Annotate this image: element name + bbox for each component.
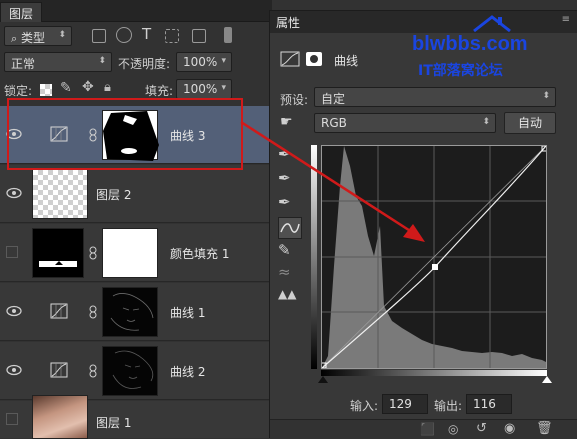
lock-transparency-icon[interactable] [40, 84, 52, 96]
black-point-slider[interactable] [318, 376, 328, 383]
photo-thumbnail[interactable] [32, 395, 88, 439]
reset-icon[interactable]: ↺ [476, 421, 487, 436]
blend-mode-select[interactable]: 正常 ⬍ [4, 52, 112, 72]
layer-row-layer-2[interactable]: 图层 2 [0, 165, 272, 223]
mask-link-icon[interactable] [88, 305, 98, 319]
mask-link-icon[interactable] [88, 246, 98, 260]
panel-title: 曲线 [334, 54, 359, 68]
trash-icon[interactable]: 🗑︎ [536, 421, 553, 436]
watermark-subtitle: IT部落窝论坛 [418, 63, 503, 79]
type-filter-icon[interactable]: T [142, 25, 151, 43]
watermark-logo: blwbbs.com IT部落窝论坛 [410, 15, 550, 85]
chevron-down-icon: ⬍ [542, 91, 550, 101]
layer-mask-thumbnail[interactable] [102, 346, 158, 396]
layer-name: 图层 2 [96, 188, 132, 202]
input-label: 输入: [350, 399, 379, 413]
input-gradient-bar [321, 370, 547, 376]
input-field[interactable]: 129 [382, 394, 428, 414]
visibility-eye-icon[interactable] [6, 305, 22, 317]
fill-field[interactable]: 100% ▾ [176, 79, 232, 99]
layer-mask-thumbnail[interactable] [102, 228, 158, 278]
chevron-down-icon: ⬍ [58, 30, 66, 40]
layer-name: 曲线 2 [170, 365, 206, 379]
auto-button[interactable]: 自动 [504, 112, 556, 134]
layer-mask-thumbnail[interactable] [102, 287, 158, 337]
filter-kind-label: 类型 [21, 31, 46, 45]
smooth-curve-icon[interactable]: ≈ [278, 263, 302, 285]
mask-icon[interactable] [306, 52, 322, 66]
layers-tabbar: 图层 [0, 0, 272, 22]
layer-row-layer-1[interactable]: 图层 1 [0, 395, 272, 439]
color-fill-thumbnail[interactable] [32, 228, 84, 278]
preset-label: 预设: [280, 93, 309, 107]
chevron-down-icon: ⬍ [482, 117, 490, 127]
chevron-down-icon: ⬍ [98, 56, 106, 66]
fill-value: 100% [183, 82, 218, 96]
white-point-slider[interactable] [542, 376, 552, 383]
visibility-eye-icon[interactable] [6, 187, 22, 199]
layer-row-curves-1[interactable]: 曲线 1 [0, 283, 272, 341]
smart-object-filter-icon[interactable] [192, 29, 206, 43]
panel-menu-icon[interactable]: ≡ [562, 14, 570, 25]
lock-label: 锁定: [4, 84, 33, 98]
clipping-warning-icon[interactable]: ▲▲ [278, 287, 302, 309]
highlight-box [7, 98, 243, 170]
visibility-eye-icon[interactable]: ◉ [504, 421, 515, 436]
opacity-value: 100% [183, 55, 218, 69]
output-label: 输出: [434, 399, 463, 413]
watermark-domain: blwbbs.com [412, 33, 528, 55]
pixel-filter-icon[interactable] [92, 29, 106, 43]
fill-label: 填充: [145, 84, 174, 98]
curves-adjustment-icon [280, 51, 300, 67]
visibility-toggle-off[interactable] [6, 413, 18, 425]
layers-panel: 图层 ⌕ 类型 ⬍ T 正常 ⬍ 不透明度: 100% ▾ 锁定: ✎ ✥ 🔒︎… [0, 0, 272, 439]
layer-thumbnail[interactable] [32, 169, 88, 219]
layer-name: 曲线 1 [170, 306, 206, 320]
chevron-down-icon: ▾ [221, 56, 226, 66]
blend-mode-label: 正常 [11, 57, 36, 71]
lock-paint-icon[interactable]: ✎ [60, 80, 72, 96]
annotation-arrow [240, 120, 425, 242]
shape-filter-icon[interactable] [165, 29, 179, 43]
opacity-field[interactable]: 100% ▾ [176, 52, 232, 72]
layer-row-color-fill-1[interactable]: 颜色填充 1 [0, 224, 272, 282]
search-icon: ⌕ [11, 32, 18, 45]
curves-adjustment-icon [50, 362, 68, 378]
tab-properties[interactable]: 属性 [276, 14, 300, 31]
layer-name: 图层 1 [96, 416, 132, 430]
layer-row-curves-2[interactable]: 曲线 2 [0, 342, 272, 400]
mask-link-icon[interactable] [88, 364, 98, 378]
filter-kind-select[interactable]: ⌕ 类型 ⬍ [4, 26, 72, 46]
visibility-eye-icon[interactable] [6, 364, 22, 376]
output-field[interactable]: 116 [466, 394, 512, 414]
opacity-label: 不透明度: [118, 57, 171, 71]
preset-value: 自定 [321, 92, 346, 106]
view-previous-icon[interactable]: ◎ [448, 422, 458, 436]
layer-name: 颜色填充 1 [170, 247, 230, 261]
preset-select[interactable]: 自定 ⬍ [314, 87, 556, 107]
lock-all-icon[interactable]: 🔒︎ [104, 80, 111, 95]
house-roof-icon [473, 15, 511, 33]
adjustment-filter-icon[interactable] [116, 27, 132, 43]
tab-layers[interactable]: 图层 [0, 2, 43, 22]
lock-move-icon[interactable]: ✥ [82, 79, 94, 95]
visibility-toggle-off[interactable] [6, 246, 18, 258]
curves-adjustment-icon [50, 303, 68, 319]
filter-toggle-switch[interactable] [224, 27, 232, 43]
chevron-down-icon: ▾ [221, 83, 226, 93]
clip-to-layer-icon[interactable]: ⬛ [420, 422, 435, 436]
properties-bottom-toolbar: ⬛ ◎ ↺ ◉ 🗑︎ [270, 419, 577, 439]
curve-control-point[interactable] [432, 264, 438, 270]
